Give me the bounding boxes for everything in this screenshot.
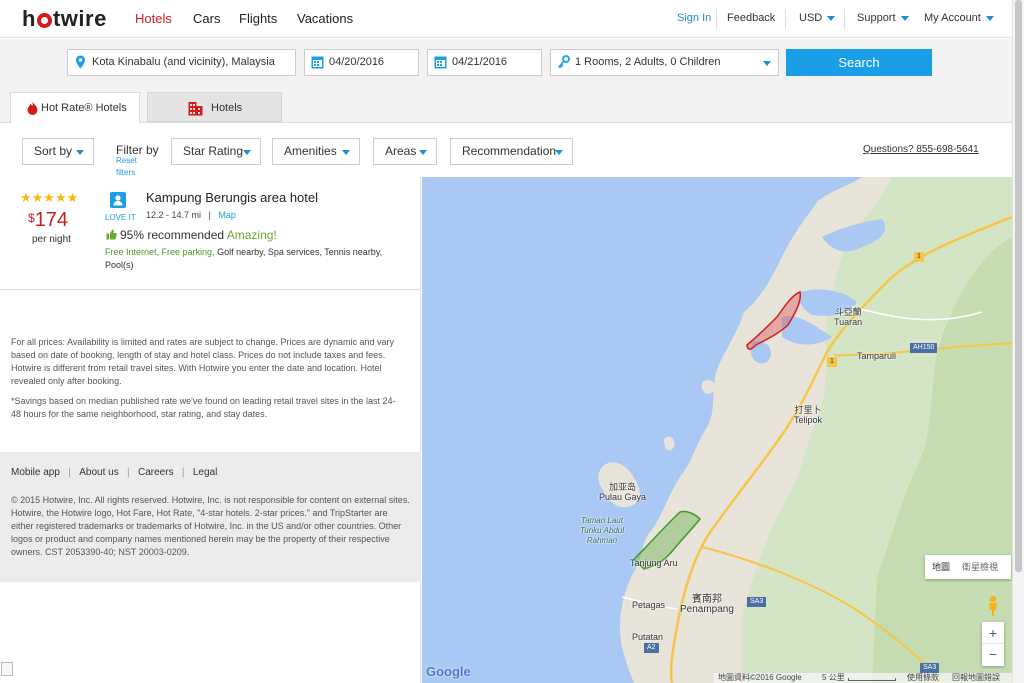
map-label-sa3: SA3 [747, 597, 767, 607]
recommendation-dropdown[interactable]: Recommendation [450, 138, 573, 165]
price: $174 [28, 209, 69, 231]
map-type-control: 地圖 衛星檢視 [925, 555, 1011, 579]
sign-in-link[interactable]: Sign In [677, 12, 711, 24]
tab-hotels[interactable]: Hotels [147, 92, 282, 122]
map-link[interactable]: Map [218, 210, 236, 220]
chevron-down-icon [555, 150, 563, 155]
scale-bar [848, 678, 896, 681]
broken-image-icon [1, 662, 13, 676]
legal-link[interactable]: Legal [193, 467, 217, 478]
logo-dot-icon [36, 13, 52, 28]
zoom-in-button[interactable]: + [982, 622, 1004, 644]
map-type-button[interactable]: 地圖 [932, 555, 950, 579]
account-menu[interactable]: My Account [924, 12, 994, 24]
chevron-down-icon [763, 61, 771, 66]
savings-note: *Savings based on median published rate … [11, 396, 396, 419]
map-label-tuaran: 斗亞蘭 Tuaran [834, 307, 863, 327]
search-button[interactable]: Search [786, 49, 932, 76]
nav-flights[interactable]: Flights [239, 11, 277, 26]
map-label-pulau-gaya: 加亚岛 Pulau Gaya [599, 482, 647, 502]
map-label-petagas: Petagas [632, 600, 666, 610]
hotel-result-card[interactable]: ★★★★★ $174 per night LOVE IT Kampung Ber… [0, 177, 421, 290]
flame-icon [27, 101, 38, 115]
hotwire-logo[interactable]: h twire [22, 6, 107, 32]
map-label-ah150: AH150 [910, 343, 938, 353]
distance-info: 12.2 - 14.7 mi | Map [146, 210, 236, 220]
star-rating: ★★★★★ [20, 190, 79, 205]
chevron-down-icon [419, 150, 427, 155]
street-view-pegman-icon[interactable] [985, 595, 1001, 617]
nav-divider [844, 9, 845, 29]
destination-field[interactable]: Kota Kinabalu (and vicinity), Malaysia [67, 49, 296, 76]
map-label-tanjung-aru: Tanjung Aru [630, 558, 678, 568]
chevron-down-icon [985, 15, 994, 21]
reset-filters-link[interactable]: Reset filters [116, 155, 146, 179]
nav-divider [785, 9, 786, 29]
map-label-sa3-east: SA3 [920, 663, 940, 673]
per-night-label: per night [32, 234, 71, 245]
nav-divider [716, 9, 717, 29]
nav-hotels[interactable]: Hotels [135, 11, 172, 26]
results-pane: ★★★★★ $174 per night LOVE IT Kampung Ber… [0, 177, 421, 683]
map-label-putatan: Putatan [632, 632, 664, 642]
calendar-icon [434, 56, 447, 69]
map-label-telipok: 打里卜 Telipok [794, 405, 823, 425]
guests-select[interactable]: 1 Rooms, 2 Adults, 0 Children [550, 49, 779, 76]
support-menu[interactable]: Support [857, 12, 909, 24]
love-it-icon [110, 192, 126, 208]
disclaimer-text: For all prices: Availability is limited … [11, 337, 395, 386]
map-label-tamparuli: Tamparuli [857, 351, 897, 361]
map-label-marine-park: Taman Laut Tunku Abdul Rahman [579, 516, 625, 545]
zoom-out-button[interactable]: − [982, 644, 1004, 665]
area-map[interactable]: 斗亞蘭 Tuaran Tamparuli AH150 打里卜 Telipok 加亚岛… [422, 177, 1012, 683]
terms-link[interactable]: 使用條款 [907, 673, 939, 683]
chevron-down-icon [900, 15, 909, 21]
areas-dropdown[interactable]: Areas [373, 138, 437, 165]
location-pin-icon [76, 55, 85, 69]
map-label-penampang: 賓南邦 Penampang [680, 594, 734, 615]
map-attribution-bar: 地圖資料©2016 Google 5 公里 使用條款 回報地圖錯誤 [714, 673, 1012, 683]
recommendation-score: 95% recommended Amazing! [120, 228, 277, 242]
love-it-label: LOVE IT [105, 213, 136, 222]
map-label-route-1b: 1 [827, 357, 837, 367]
checkout-date-field[interactable]: 04/21/2016 [427, 49, 542, 76]
calendar-icon [311, 56, 324, 69]
footer-links: Mobile app | About us | Careers | Legal [11, 467, 218, 478]
about-us-link[interactable]: About us [79, 467, 118, 478]
google-logo: Google [426, 664, 471, 679]
nav-cars[interactable]: Cars [193, 11, 220, 26]
nav-vacations[interactable]: Vacations [297, 11, 353, 26]
feedback-link[interactable]: Feedback [727, 12, 775, 24]
amenities-list: Free Internet, Free parking, Golf nearby… [105, 247, 383, 270]
zoom-control: + − [982, 622, 1004, 666]
chevron-down-icon [827, 15, 836, 21]
careers-link[interactable]: Careers [138, 467, 174, 478]
chevron-down-icon [76, 150, 84, 155]
sort-by-dropdown[interactable]: Sort by [22, 138, 94, 165]
amenities-dropdown[interactable]: Amenities [272, 138, 360, 165]
currency-menu[interactable]: USD [799, 12, 836, 24]
map-label-route-1: 1 [914, 252, 924, 262]
report-error-link[interactable]: 回報地圖錯誤 [952, 673, 1000, 683]
footer: Mobile app | About us | Careers | Legal … [0, 452, 421, 582]
building-icon [188, 102, 203, 116]
hotel-name[interactable]: Kampung Berungis area hotel [146, 190, 318, 205]
questions-phone-link[interactable]: Questions? 855-698-5641 [863, 144, 979, 155]
mobile-app-link[interactable]: Mobile app [11, 467, 60, 478]
satellite-button[interactable]: 衛星檢視 [962, 555, 998, 579]
tab-hot-rate-hotels[interactable]: Hot Rate® Hotels [10, 92, 140, 123]
key-icon [557, 55, 570, 69]
checkin-date-field[interactable]: 04/20/2016 [304, 49, 419, 76]
top-nav: h twire Hotels Cars Flights Vacations Sig… [0, 0, 1012, 38]
copyright-text: © 2015 Hotwire, Inc. All rights reserved… [11, 495, 410, 557]
chevron-down-icon [342, 150, 350, 155]
thumbs-up-icon [106, 229, 117, 240]
scale-label: 5 公里 [822, 673, 845, 682]
map-label-a2: A2 [644, 643, 659, 653]
page-scrollbar[interactable] [1012, 0, 1024, 683]
star-rating-dropdown[interactable]: Star Rating [171, 138, 261, 165]
scrollbar-thumb[interactable] [1015, 0, 1022, 572]
chevron-down-icon [243, 150, 251, 155]
